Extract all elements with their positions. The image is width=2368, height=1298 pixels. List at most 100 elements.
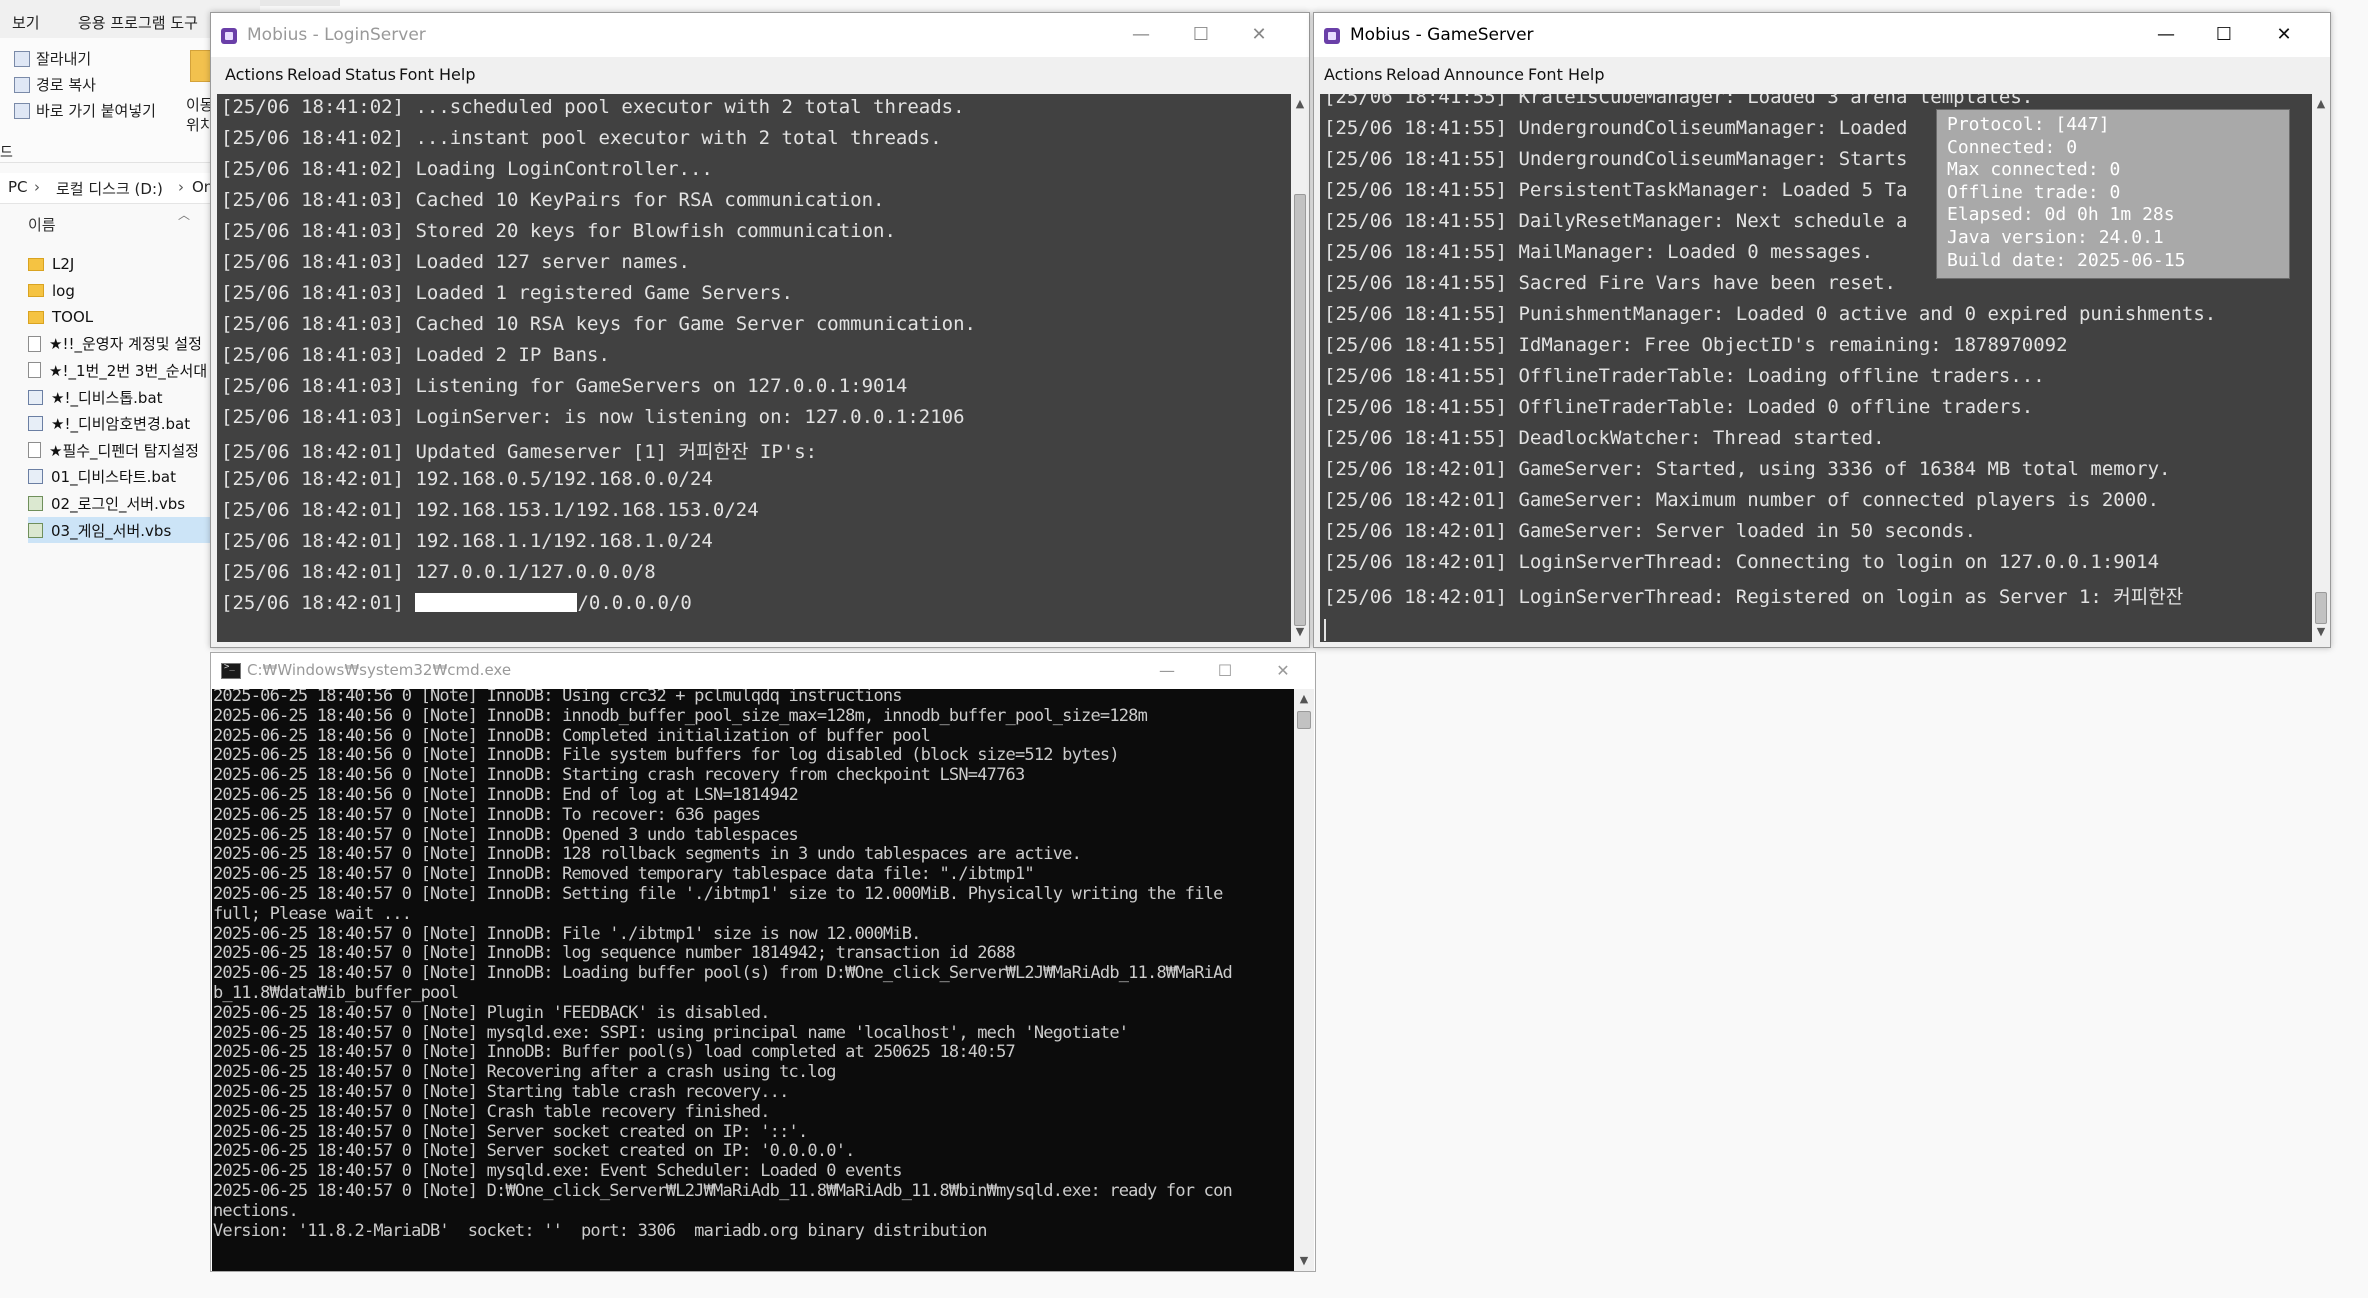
scroll-up-icon[interactable]: ▲	[2312, 94, 2330, 114]
cmd-log-line: 2025-06-25 18:40:57 0 [Note] InnoDB: Ope…	[213, 824, 799, 845]
game-menu-actions[interactable]: Actions	[1324, 65, 1382, 84]
batch-file-icon	[28, 416, 43, 432]
cmd-log-line: 2025-06-25 18:40:57 0 [Note] InnoDB: Rem…	[213, 864, 1035, 885]
cmd-log-line: 2025-06-25 18:40:57 0 [Note] Starting ta…	[213, 1082, 789, 1102]
log-line: [25/06 18:41:03] Stored 20 keys for Blow…	[221, 220, 896, 242]
file-name-label: ★!_디비스톱.bat	[51, 388, 163, 407]
log-line: [25/06 18:41:55] DailyResetManager: Next…	[1324, 210, 1908, 232]
login-window-title: Mobius - LoginServer	[247, 25, 426, 45]
log-line: [25/06 18:42:01] /0.0.0.0/0	[221, 592, 692, 614]
file-name-label: L2J	[52, 255, 75, 273]
cmd-console-output[interactable]: 2025-06-25 18:40:56 0 [Note] InnoDB: Usi…	[212, 689, 1294, 1271]
log-line: [25/06 18:41:55] UndergroundColiseumMana…	[1324, 117, 1908, 139]
login-menu-actions[interactable]: Actions	[225, 65, 283, 84]
login-menu-reload[interactable]: Reload	[287, 65, 341, 84]
cmd-log-line: 2025-06-25 18:40:56 0 [Note] InnoDB: Sta…	[213, 765, 1025, 786]
login-console-output[interactable]: [25/06 18:41:02] ...scheduled pool execu…	[217, 94, 1291, 642]
game-menu-help[interactable]: Help	[1568, 65, 1604, 84]
terminal-icon	[221, 662, 241, 679]
log-line: [25/06 18:42:01] 192.168.0.5/192.168.0.0…	[221, 468, 713, 490]
address-this-pc[interactable]: PC	[8, 178, 28, 196]
scroll-up-icon[interactable]: ▲	[1294, 689, 1314, 709]
game-maximize-button[interactable]: ☐	[2204, 21, 2244, 49]
cmd-window: C:₩Windows₩system32₩cmd.exe — ☐ ✕ 2025-0…	[210, 652, 1316, 1272]
game-menu-reload[interactable]: Reload	[1386, 65, 1440, 84]
ribbon-cut-button[interactable]: 잘라내기	[14, 48, 91, 69]
login-minimize-button[interactable]: —	[1121, 21, 1161, 49]
copy-path-icon	[14, 76, 30, 93]
log-line: [25/06 18:41:02] Loading LoginController…	[221, 158, 713, 180]
game-scroll-thumb[interactable]	[2315, 592, 2327, 624]
server-status-tooltip: Protocol: [447] Connected: 0 Max connected…	[1936, 109, 2290, 279]
log-line: [25/06 18:42:01] LoginServerThread: Regi…	[1324, 586, 2184, 608]
cmd-scrollbar[interactable]: ▲ ▼	[1294, 689, 1314, 1271]
name-column-header[interactable]: 이름	[28, 214, 56, 235]
log-line: [25/06 18:42:01] 192.168.153.1/192.168.1…	[221, 499, 759, 521]
cmd-titlebar[interactable]: C:₩Windows₩system32₩cmd.exe — ☐ ✕	[211, 653, 1315, 689]
game-titlebar[interactable]: Mobius - GameServer — ☐ ✕	[1314, 13, 2330, 57]
status-tooltip-line: Elapsed: 0d 0h 1m 28s	[1947, 204, 2175, 226]
login-menu-font[interactable]: Font	[399, 65, 434, 84]
cmd-scroll-thumb[interactable]	[1297, 711, 1311, 729]
cmd-log-line: 2025-06-25 18:40:56 0 [Note] InnoDB: Com…	[213, 725, 931, 746]
text-file-icon	[28, 335, 41, 352]
cmd-minimize-button[interactable]: —	[1147, 657, 1187, 685]
cmd-window-title: C:₩Windows₩system32₩cmd.exe	[247, 661, 512, 679]
game-window-title: Mobius - GameServer	[1350, 25, 1534, 45]
file-name-label: ★필수_디펜더 탐지설정	[49, 441, 199, 460]
status-tooltip-line: Max connected: 0	[1947, 159, 2121, 181]
address-local-disk[interactable]: 로컬 디스크 (D:)	[56, 178, 163, 199]
game-menu-font[interactable]: Font	[1528, 65, 1563, 84]
paste-shortcut-icon	[14, 102, 30, 119]
login-menu-status[interactable]: Status	[345, 65, 396, 84]
game-menu-announce[interactable]: Announce	[1444, 65, 1524, 84]
login-close-button[interactable]: ✕	[1239, 21, 1279, 49]
folder-icon	[28, 284, 44, 298]
game-close-button[interactable]: ✕	[2264, 21, 2304, 49]
ribbon-tab-view[interactable]: 보기	[12, 12, 40, 33]
log-line: [25/06 18:41:03] LoginServer: is now lis…	[221, 406, 965, 428]
log-line: [25/06 18:42:01] LoginServerThread: Conn…	[1324, 551, 2160, 573]
cmd-log-line: 2025-06-25 18:40:57 0 [Note] InnoDB: To …	[213, 804, 761, 825]
login-scrollbar[interactable]: ▲ ▼	[1291, 94, 1309, 642]
cmd-log-line: Version: '11.8.2-MariaDB' socket: '' por…	[213, 1220, 987, 1241]
ribbon-copy-path-button[interactable]: 경로 복사	[14, 74, 96, 95]
log-line: [25/06 18:41:55] DeadlockWatcher: Thread…	[1324, 427, 1885, 449]
login-maximize-button[interactable]: ☐	[1181, 21, 1221, 49]
app-icon	[1324, 28, 1340, 44]
log-line: [25/06 18:42:01] GameServer: Server load…	[1324, 520, 1977, 542]
cmd-log-line: 2025-06-25 18:40:57 0 [Note] Server sock…	[213, 1141, 855, 1162]
log-line: [25/06 18:41:03] Loaded 2 IP Bans.	[221, 344, 610, 366]
scroll-down-icon[interactable]: ▼	[1291, 622, 1309, 642]
ribbon-tab-app-tools[interactable]: 응용 프로그램 도구	[78, 12, 198, 33]
batch-file-icon	[28, 389, 43, 405]
log-line: [25/06 18:41:02] ...scheduled pool execu…	[221, 96, 965, 118]
log-line: [25/06 18:41:02] ...instant pool executo…	[221, 127, 942, 149]
ribbon-paste-shortcut-button[interactable]: 바로 가기 붙여넣기	[14, 100, 156, 121]
cmd-maximize-button[interactable]: ☐	[1205, 657, 1245, 685]
login-titlebar[interactable]: Mobius - LoginServer — ☐ ✕	[211, 13, 1309, 57]
status-tooltip-line: Offline trade: 0	[1947, 181, 2121, 203]
folder-icon	[28, 257, 44, 271]
cmd-log-line: b_11.8₩data₩ib_buffer_pool	[213, 983, 459, 1003]
log-line: [25/06 18:42:01] 127.0.0.1/127.0.0.0/8	[221, 561, 656, 583]
file-name-label: log	[52, 281, 75, 300]
log-line: [25/06 18:41:03] Cached 10 KeyPairs for …	[221, 189, 885, 211]
ribbon-group-label: 드	[0, 145, 13, 161]
game-minimize-button[interactable]: —	[2146, 21, 2186, 49]
scroll-up-icon[interactable]: ▲	[1291, 94, 1309, 114]
cmd-log-line: 2025-06-25 18:40:57 0 [Note] mysqld.exe:…	[213, 1161, 903, 1182]
cmd-close-button[interactable]: ✕	[1263, 657, 1303, 685]
log-line: [25/06 18:41:03] Cached 10 RSA keys for …	[221, 313, 976, 335]
scroll-down-icon[interactable]: ▼	[2312, 622, 2330, 642]
game-server-window: Mobius - GameServer — ☐ ✕ Actions Reload…	[1313, 12, 2331, 648]
cmd-log-line: 2025-06-25 18:40:56 0 [Note] InnoDB: Fil…	[213, 745, 1120, 766]
scroll-down-icon[interactable]: ▼	[1294, 1251, 1314, 1271]
login-scroll-thumb[interactable]	[1294, 194, 1306, 626]
log-line: [25/06 18:41:55] KrateisCubeManager: Loa…	[1324, 94, 2034, 108]
cmd-log-line: 2025-06-25 18:40:57 0 [Note] InnoDB: 128…	[213, 844, 1082, 865]
cmd-log-line: 2025-06-25 18:40:57 0 [Note] mysqld.exe:…	[213, 1022, 1129, 1043]
log-line: [25/06 18:41:55] OfflineTraderTable: Loa…	[1324, 396, 2034, 418]
game-scrollbar[interactable]: ▲ ▼	[2312, 94, 2330, 642]
login-menu-help[interactable]: Help	[439, 65, 475, 84]
